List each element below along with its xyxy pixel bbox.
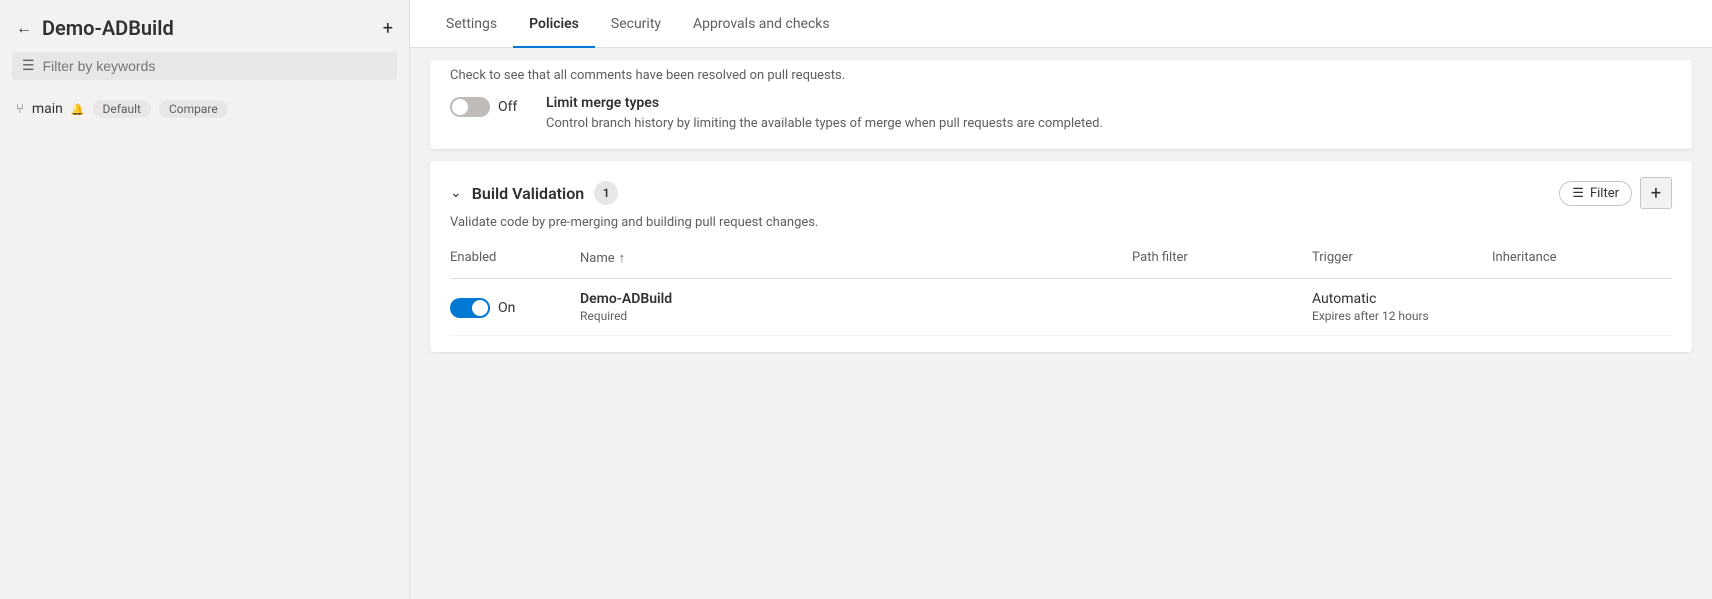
build-validation-title: Build Validation xyxy=(472,184,584,203)
th-enabled: Enabled xyxy=(450,246,580,270)
td-enabled: On xyxy=(450,296,580,318)
limit-merge-types-row: Off Limit merge types Control branch his… xyxy=(450,95,1672,133)
branch-compare-tag[interactable]: Compare xyxy=(159,100,228,118)
branch-row: ⑂ main 🔔 Default Compare xyxy=(0,92,409,126)
branch-name: main xyxy=(32,101,63,117)
limit-merge-policy-info: Limit merge types Control branch history… xyxy=(546,95,1672,133)
build-validation-filter-button[interactable]: ☰ Filter xyxy=(1559,181,1632,206)
sidebar: ← Demo-ADBuild + ☰ ⑂ main 🔔 Default Comp… xyxy=(0,0,410,599)
sidebar-content xyxy=(0,126,409,599)
toggle-knob xyxy=(452,99,468,115)
tabs: Settings Policies Security Approvals and… xyxy=(410,0,1712,48)
table-row: On Demo-ADBuild Required Automatic Expir… xyxy=(450,279,1672,336)
toggle-knob xyxy=(472,300,488,316)
branch-default-tag[interactable]: Default xyxy=(93,100,151,118)
filter-button-label: Filter xyxy=(1590,186,1619,201)
branch-icon: ⑂ xyxy=(16,102,24,117)
tab-settings[interactable]: Settings xyxy=(430,0,513,48)
filter-button-icon: ☰ xyxy=(1572,186,1584,201)
limit-merge-toggle-label: Off xyxy=(498,99,517,115)
partial-text: Check to see that all comments have been… xyxy=(450,68,1672,83)
tab-approvals[interactable]: Approvals and checks xyxy=(677,0,846,48)
table-header: Enabled Name ↑ Path filter Trigger Inher… xyxy=(450,246,1672,279)
build-validation-add-button[interactable]: + xyxy=(1640,177,1672,209)
row-toggle-container: On xyxy=(450,298,580,318)
filter-bar: ☰ xyxy=(12,52,397,80)
limit-merge-toggle[interactable] xyxy=(450,97,490,117)
row-trigger: Automatic xyxy=(1312,291,1492,307)
expand-icon[interactable]: ⌄ xyxy=(450,185,462,201)
th-trigger: Trigger xyxy=(1312,246,1492,270)
filter-input[interactable] xyxy=(43,58,387,74)
tab-security[interactable]: Security xyxy=(595,0,677,48)
sort-asc-icon: ↑ xyxy=(619,250,626,266)
th-name-label: Name xyxy=(580,251,615,266)
main-content: Settings Policies Security Approvals and… xyxy=(410,0,1712,599)
row-name: Demo-ADBuild xyxy=(580,291,1132,307)
filter-icon: ☰ xyxy=(22,58,35,74)
content-area: Check to see that all comments have been… xyxy=(410,48,1712,599)
add-branch-button[interactable]: + xyxy=(383,18,393,39)
sidebar-header: ← Demo-ADBuild + xyxy=(0,0,409,52)
limit-merge-desc: Control branch history by limiting the a… xyxy=(546,115,1672,133)
partial-policy-card: Check to see that all comments have been… xyxy=(430,60,1692,149)
section-actions: ☰ Filter + xyxy=(1559,177,1672,209)
limit-merge-title: Limit merge types xyxy=(546,95,1672,111)
build-validation-desc: Validate code by pre-merging and buildin… xyxy=(450,215,1672,230)
row-toggle-label: On xyxy=(498,300,515,316)
branch-notification-icon: 🔔 xyxy=(71,103,85,116)
td-name: Demo-ADBuild Required xyxy=(580,291,1132,323)
build-validation-badge: 1 xyxy=(594,181,618,205)
tab-policies[interactable]: Policies xyxy=(513,0,595,48)
build-validation-header: ⌄ Build Validation 1 ☰ Filter + xyxy=(450,177,1672,209)
th-inheritance: Inheritance xyxy=(1492,246,1672,270)
th-path-filter: Path filter xyxy=(1132,246,1312,270)
td-trigger: Automatic Expires after 12 hours xyxy=(1312,291,1492,323)
limit-merge-toggle-container: Off xyxy=(450,97,530,117)
build-validation-card: ⌄ Build Validation 1 ☰ Filter + Validate… xyxy=(430,161,1692,352)
row-sub-name: Required xyxy=(580,309,1132,323)
th-name[interactable]: Name ↑ xyxy=(580,246,1132,270)
sidebar-title: Demo-ADBuild xyxy=(42,16,373,40)
back-button[interactable]: ← xyxy=(16,18,32,38)
row-toggle[interactable] xyxy=(450,298,490,318)
row-trigger-sub: Expires after 12 hours xyxy=(1312,309,1492,323)
